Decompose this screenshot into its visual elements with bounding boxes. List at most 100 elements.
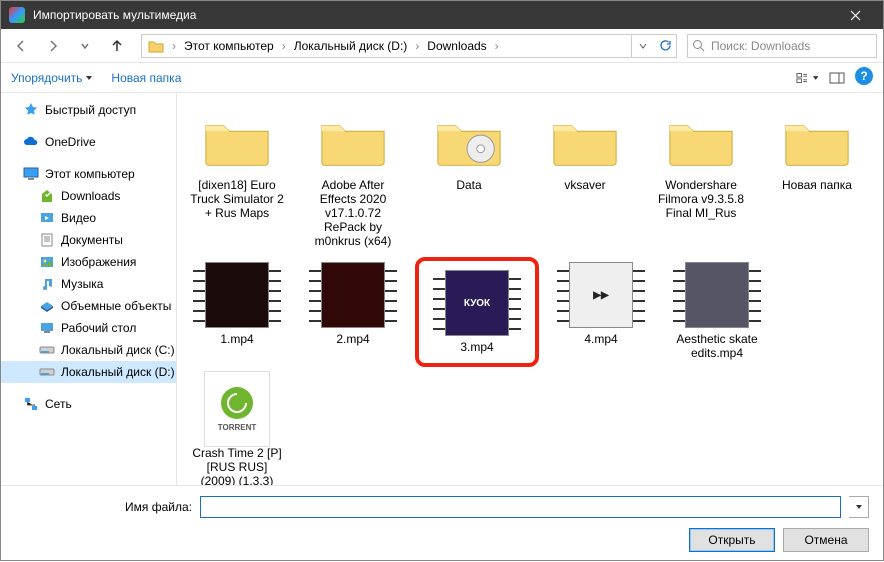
file-label: 3.mp4 (460, 340, 493, 354)
close-button[interactable] (835, 1, 875, 29)
window-title: Импортировать мультимедиа (33, 8, 835, 22)
file-label: 4.mp4 (584, 332, 617, 346)
monitor-icon (23, 166, 39, 182)
torrent-icon: TORRENT (193, 376, 281, 442)
folder-icon (425, 108, 513, 174)
folder-item[interactable]: Wondershare Filmora v9.3.5.8 Final MI_Ru… (647, 103, 755, 253)
nav-forward-button[interactable] (39, 32, 67, 60)
folder-icon (541, 108, 629, 174)
file-list[interactable]: [dixen18] Euro Truck Simulator 2 + Rus M… (177, 93, 883, 485)
filename-dropdown-button[interactable] (849, 496, 869, 518)
file-label: 1.mp4 (220, 332, 253, 346)
file-label: Adobe After Effects 2020 v17.1.0.72 RePa… (304, 178, 402, 248)
cancel-button[interactable]: Отмена (783, 528, 869, 552)
sidebar: Быстрый доступ OneDrive Этот компьютер D… (1, 93, 177, 485)
video-file-item[interactable]: 2.mp4 (299, 257, 407, 367)
file-label: [dixen18] Euro Truck Simulator 2 + Rus M… (188, 178, 286, 220)
chevron-right-icon[interactable]: › (493, 39, 501, 53)
refresh-button[interactable] (654, 35, 676, 57)
network-icon (23, 396, 39, 412)
sidebar-item[interactable]: Документы (1, 229, 176, 251)
file-label: Crash Time 2 [P] [RUS RUS] (2009) (1.3.3… (188, 446, 286, 485)
dialog-footer: Имя файла: Открыть Отмена (1, 485, 883, 562)
nav-back-button[interactable] (7, 32, 35, 60)
highlighted-file: КУОК 3.mp4 (415, 257, 539, 367)
file-label: Новая папка (782, 178, 852, 192)
star-icon (23, 102, 39, 118)
help-button[interactable]: ? (855, 67, 873, 85)
video-thumbnail (193, 262, 281, 328)
chevron-right-icon[interactable]: › (170, 39, 178, 53)
sidebar-item-icon (39, 232, 55, 248)
search-input[interactable]: Поиск: Downloads (687, 34, 877, 58)
preview-pane-button[interactable] (825, 67, 849, 89)
folder-item[interactable]: vksaver (531, 103, 639, 253)
sidebar-item[interactable]: Локальный диск (D:) (1, 361, 176, 383)
sidebar-item-icon (39, 364, 55, 380)
sidebar-this-pc[interactable]: Этот компьютер (1, 163, 176, 185)
folder-icon (193, 108, 281, 174)
sidebar-item[interactable]: Локальный диск (С:) (1, 339, 176, 361)
sidebar-item-icon (39, 276, 55, 292)
address-bar[interactable]: › Этот компьютер › Локальный диск (D:) ›… (141, 34, 677, 58)
video-thumbnail: КУОК (433, 270, 521, 336)
file-label: Wondershare Filmora v9.3.5.8 Final MI_Ru… (652, 178, 750, 220)
folder-icon (657, 108, 745, 174)
view-options-button[interactable] (795, 67, 819, 89)
sidebar-item[interactable]: Изображения (1, 251, 176, 273)
sidebar-item-icon (39, 320, 55, 336)
organize-button[interactable]: Упорядочить (11, 71, 93, 85)
folder-item[interactable]: Новая папка (763, 103, 871, 253)
sidebar-quick-access[interactable]: Быстрый доступ (1, 99, 176, 121)
cloud-icon (23, 134, 39, 150)
folder-icon (146, 36, 166, 56)
crumb-this-pc[interactable]: Этот компьютер (178, 35, 280, 57)
crumb-drive[interactable]: Локальный диск (D:) (288, 35, 414, 57)
chevron-right-icon[interactable]: › (413, 39, 421, 53)
sidebar-onedrive[interactable]: OneDrive (1, 131, 176, 153)
titlebar: Импортировать мультимедиа (1, 1, 883, 29)
filename-input[interactable] (200, 496, 841, 518)
search-placeholder: Поиск: Downloads (711, 39, 810, 53)
sidebar-item-icon (39, 188, 55, 204)
open-button[interactable]: Открыть (689, 528, 775, 552)
nav-up-button[interactable] (103, 32, 131, 60)
video-thumbnail (309, 262, 397, 328)
folder-item[interactable]: Data (415, 103, 523, 253)
video-thumbnail: ▶▶ (557, 262, 645, 328)
new-folder-button[interactable]: Новая папка (111, 71, 181, 85)
torrent-file-item[interactable]: TORRENT Crash Time 2 [P] [RUS RUS] (2009)… (183, 371, 291, 485)
sidebar-item[interactable]: Объемные объекты (1, 295, 176, 317)
filename-label: Имя файла: (125, 500, 192, 514)
crumb-folder[interactable]: Downloads (421, 35, 492, 57)
nav-recent-button[interactable] (71, 32, 99, 60)
folder-item[interactable]: Adobe After Effects 2020 v17.1.0.72 RePa… (299, 103, 407, 253)
app-icon (9, 7, 25, 23)
sidebar-item[interactable]: Downloads (1, 185, 176, 207)
video-file-item[interactable]: Aesthetic skate edits.mp4 (663, 257, 771, 367)
folder-icon (773, 108, 861, 174)
sidebar-item[interactable]: Музыка (1, 273, 176, 295)
folder-item[interactable]: [dixen18] Euro Truck Simulator 2 + Rus M… (183, 103, 291, 253)
video-thumbnail (673, 262, 761, 328)
file-label: 2.mp4 (336, 332, 369, 346)
file-label: Data (456, 178, 481, 192)
toolbar: Упорядочить Новая папка ? (1, 63, 883, 93)
video-file-item[interactable]: КУОК 3.mp4 (423, 265, 531, 359)
file-label: vksaver (564, 178, 605, 192)
video-file-item[interactable]: ▶▶ 4.mp4 (547, 257, 655, 367)
chevron-right-icon[interactable]: › (280, 39, 288, 53)
video-file-item[interactable]: 1.mp4 (183, 257, 291, 367)
search-icon (692, 39, 705, 52)
sidebar-network[interactable]: Сеть (1, 393, 176, 415)
file-label: Aesthetic skate edits.mp4 (668, 332, 766, 360)
sidebar-item-icon (39, 342, 55, 358)
sidebar-item-icon (39, 298, 55, 314)
sidebar-item[interactable]: Рабочий стол (1, 317, 176, 339)
address-dropdown-button[interactable] (632, 35, 654, 57)
sidebar-item[interactable]: Видео (1, 207, 176, 229)
navbar: › Этот компьютер › Локальный диск (D:) ›… (1, 29, 883, 63)
sidebar-item-icon (39, 254, 55, 270)
sidebar-item-icon (39, 210, 55, 226)
folder-icon (309, 108, 397, 174)
